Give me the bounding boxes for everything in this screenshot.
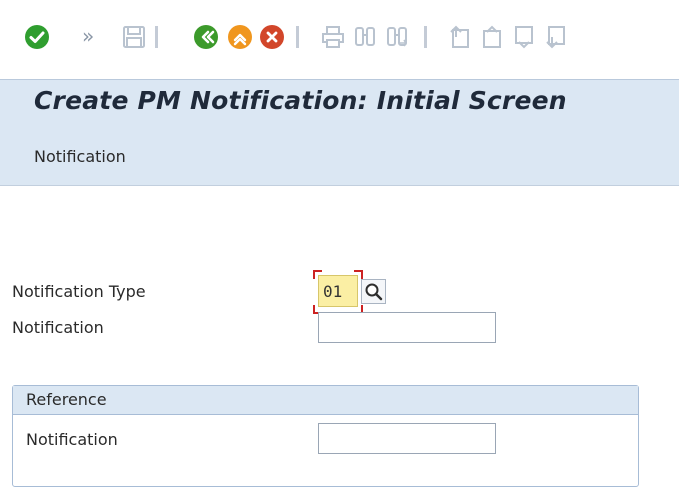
cancel-icon[interactable] <box>259 24 285 50</box>
focus-corner <box>313 270 322 279</box>
first-page-icon[interactable] <box>447 24 473 50</box>
menu-bar: Notification <box>0 128 679 186</box>
application-toolbar: » <box>0 0 679 70</box>
previous-page-icon[interactable] <box>479 24 505 50</box>
check-icon[interactable] <box>24 24 50 50</box>
reference-notification-label: Notification <box>26 430 118 449</box>
exit-icon[interactable] <box>227 24 253 50</box>
search-help-button[interactable] <box>361 279 386 304</box>
notification-input[interactable] <box>318 312 496 343</box>
toolbar-separator <box>424 26 427 48</box>
next-page-icon[interactable] <box>511 24 537 50</box>
reference-group: Reference Notification <box>12 385 639 487</box>
focus-corner <box>354 270 363 279</box>
notification-label: Notification <box>12 318 104 337</box>
reference-group-header: Reference <box>13 386 638 415</box>
reference-notification-input[interactable] <box>318 423 496 454</box>
reference-group-title: Reference <box>26 390 107 409</box>
menu-item-notification[interactable]: Notification <box>34 147 126 166</box>
notification-type-input[interactable]: 01 <box>318 275 358 307</box>
page-title: Create PM Notification: Initial Screen <box>34 86 567 115</box>
print-icon[interactable] <box>320 24 346 50</box>
notification-type-label: Notification Type <box>12 282 146 301</box>
find-icon[interactable] <box>352 24 378 50</box>
find-next-icon[interactable] <box>384 24 410 50</box>
last-page-icon[interactable] <box>543 24 569 50</box>
save-icon[interactable] <box>121 24 147 50</box>
back-icon[interactable] <box>193 24 219 50</box>
toolbar-separator <box>155 26 158 48</box>
more-chevron-icon[interactable]: » <box>82 22 94 50</box>
magnifier-icon <box>365 283 383 301</box>
title-bar: Create PM Notification: Initial Screen <box>0 79 679 129</box>
toolbar-separator <box>296 26 299 48</box>
